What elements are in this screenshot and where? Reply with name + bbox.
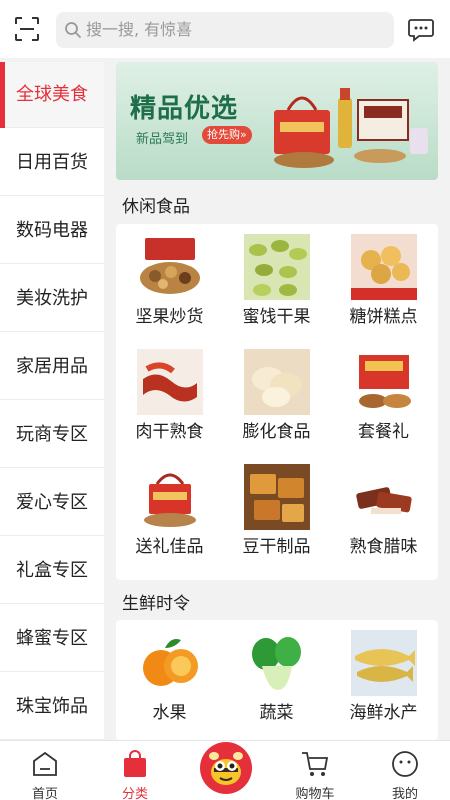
sidebar-item-home[interactable]: 家居用品 xyxy=(0,334,104,400)
bok-choy-photo xyxy=(252,637,301,690)
bee-mascot-icon xyxy=(209,752,243,785)
section-title-fresh: 生鲜时令 xyxy=(122,594,190,614)
nav-label: 首页 xyxy=(31,787,58,800)
category-label: 海鲜水产 xyxy=(349,703,418,723)
category-item[interactable]: 糖饼糕点 xyxy=(330,224,437,339)
sidebar-item-beauty[interactable]: 美妆洗护 xyxy=(0,266,104,332)
nav-label: 购物车 xyxy=(295,787,335,800)
nav-item-cart[interactable]: 购物车 xyxy=(270,741,360,800)
shopping-bag-icon xyxy=(124,750,146,777)
category-label: 水果 xyxy=(152,703,187,723)
sidebar-item-honey[interactable]: 蜂蜜专区 xyxy=(0,606,104,672)
home-icon xyxy=(33,751,57,776)
tofu-photo xyxy=(244,464,310,530)
gift-set-photo xyxy=(359,355,411,408)
profile-icon xyxy=(392,751,418,777)
gift-box-photo xyxy=(144,473,196,527)
fish-photo xyxy=(351,630,417,696)
sidebar-item-charity[interactable]: 爱心专区 xyxy=(0,470,104,536)
jerky-photo xyxy=(137,349,203,415)
scan-icon[interactable] xyxy=(14,16,40,42)
sidebar-item-global-food[interactable]: 全球美食 xyxy=(0,62,104,128)
message-icon[interactable] xyxy=(407,17,435,43)
sidebar-item-gift-box[interactable]: 礼盒专区 xyxy=(0,538,104,604)
category-item[interactable]: 豆干制品 xyxy=(223,454,330,569)
category-item[interactable]: 送礼佳品 xyxy=(116,454,223,569)
cookies-photo xyxy=(351,234,417,300)
category-item[interactable]: 坚果炒货 xyxy=(116,224,223,339)
sidebar-item-daily-goods[interactable]: 日用百货 xyxy=(0,130,104,196)
search-icon xyxy=(65,22,81,38)
gift-products-image xyxy=(274,88,428,168)
fresh-panel: 水果 蔬菜 海鲜水产 xyxy=(116,620,438,740)
nav-item-home[interactable]: 首页 xyxy=(0,741,90,800)
snacks-panel: 坚果炒货 蜜饯干果 糖饼糕点 肉干熟食 膨化食品 套餐礼 送礼佳品 豆干制品 熟… xyxy=(116,224,438,580)
orange-photo xyxy=(143,639,198,686)
chips-photo xyxy=(244,349,310,415)
banner-subtitle: 新品驾到 xyxy=(136,132,189,147)
nav-item-category[interactable]: 分类 xyxy=(90,741,180,800)
section-title-snacks: 休闲食品 xyxy=(122,197,190,217)
raisins-photo xyxy=(244,234,310,300)
search-placeholder: 搜一搜, 有惊喜 xyxy=(86,20,193,39)
cured-meat-photo xyxy=(351,464,417,530)
nav-label: 分类 xyxy=(121,787,148,800)
promo-banner[interactable]: 精品优选 新品驾到 抢先购» xyxy=(116,62,438,180)
category-label: 肉干熟食 xyxy=(135,422,204,442)
category-item[interactable]: 套餐礼 xyxy=(330,339,437,454)
category-item[interactable]: 熟食腊味 xyxy=(330,454,437,569)
category-item[interactable]: 肉干熟食 xyxy=(116,339,223,454)
category-item[interactable]: 蔬菜 xyxy=(223,620,330,735)
nav-item-profile[interactable]: 我的 xyxy=(360,741,450,800)
category-label: 熟食腊味 xyxy=(349,537,418,557)
category-item[interactable]: 蜜饯干果 xyxy=(223,224,330,339)
sidebar-item-electronics[interactable]: 数码电器 xyxy=(0,198,104,264)
search-input[interactable]: 搜一搜, 有惊喜 xyxy=(56,12,394,48)
category-item[interactable]: 海鲜水产 xyxy=(330,620,437,735)
top-header: 搜一搜, 有惊喜 xyxy=(0,0,450,58)
sidebar-item-merchant[interactable]: 玩商专区 xyxy=(0,402,104,468)
bee-mascot-button[interactable] xyxy=(200,742,252,794)
category-sidebar: 全球美食 日用百货 数码电器 美妆洗护 家居用品 玩商专区 爱心专区 礼盒专区 … xyxy=(0,62,104,740)
category-label: 蜜饯干果 xyxy=(242,307,311,327)
category-label: 送礼佳品 xyxy=(135,537,204,557)
category-label: 豆干制品 xyxy=(242,537,311,557)
sidebar-item-jewelry[interactable]: 珠宝饰品 xyxy=(0,674,104,740)
nav-label: 我的 xyxy=(391,787,418,800)
category-label: 坚果炒货 xyxy=(135,307,204,327)
category-item[interactable]: 水果 xyxy=(116,620,223,735)
category-label: 蔬菜 xyxy=(259,703,294,723)
banner-tag: 抢先购» xyxy=(202,126,252,144)
category-label: 糖饼糕点 xyxy=(349,307,418,327)
category-label: 膨化食品 xyxy=(242,422,311,442)
nuts-photo xyxy=(140,238,200,294)
cart-icon xyxy=(302,752,329,776)
banner-title: 精品优选 xyxy=(130,94,239,124)
category-item[interactable]: 膨化食品 xyxy=(223,339,330,454)
category-label: 套餐礼 xyxy=(358,422,409,442)
